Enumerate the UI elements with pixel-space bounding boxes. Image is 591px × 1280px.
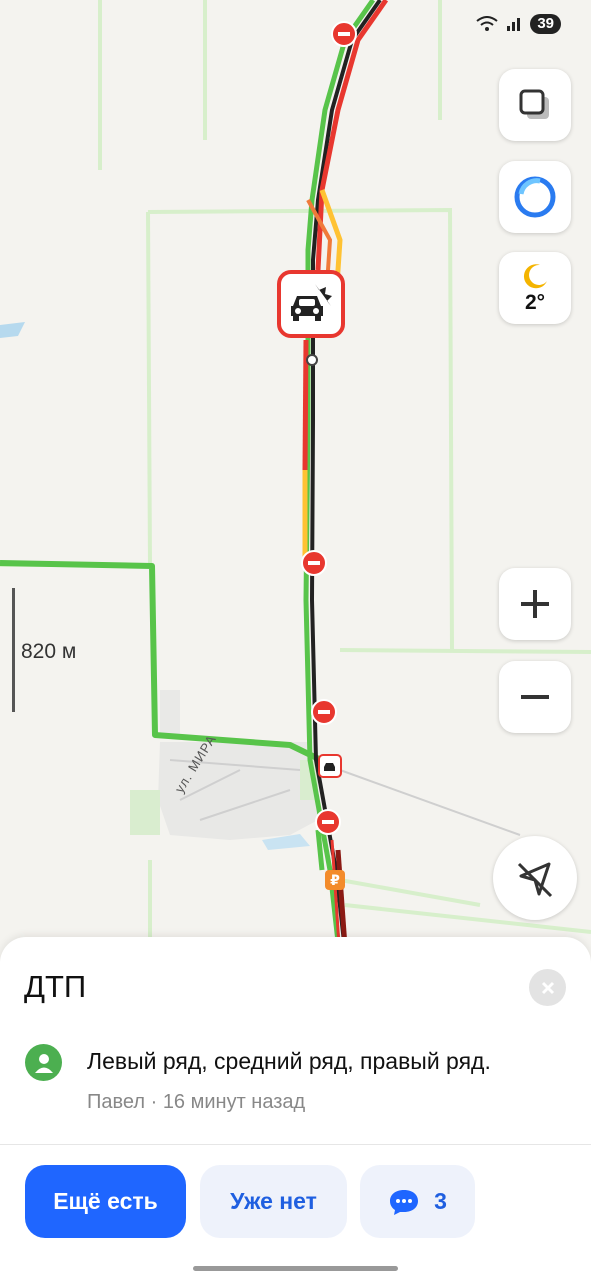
- time-ago: 16 минут назад: [162, 1091, 306, 1113]
- avatar: [25, 1044, 62, 1081]
- gone-button[interactable]: Уже нет: [200, 1165, 347, 1238]
- svg-text:₽: ₽: [330, 873, 340, 889]
- divider: [0, 1144, 591, 1145]
- alice-button[interactable]: [499, 161, 571, 233]
- follow-location-button[interactable]: [493, 836, 577, 920]
- plus-icon: [521, 590, 549, 618]
- scale-bar: [12, 588, 15, 712]
- layers-icon: [519, 89, 549, 119]
- zoom-out-button[interactable]: [499, 661, 571, 733]
- no-entry-icon[interactable]: [331, 21, 357, 47]
- car-crash-icon[interactable]: [277, 270, 345, 338]
- no-entry-icon[interactable]: [315, 809, 341, 835]
- close-button[interactable]: [529, 969, 566, 1006]
- user-icon: [34, 1053, 53, 1073]
- status-bar: 39: [476, 14, 561, 34]
- comments-count: 3: [434, 1188, 447, 1214]
- navigation-off-icon: [517, 862, 553, 898]
- map-canvas[interactable]: [0, 0, 591, 960]
- layers-button[interactable]: [499, 69, 571, 141]
- scale-label: 820 м: [21, 640, 77, 663]
- alice-icon: [514, 176, 556, 218]
- close-icon: [541, 981, 554, 994]
- incident-comment: Левый ряд, средний ряд, правый ряд.: [87, 1048, 491, 1074]
- incident-meta: Павел · 16 минут назад: [87, 1091, 305, 1114]
- wifi-icon: [476, 16, 498, 31]
- no-entry-icon[interactable]: [301, 550, 327, 576]
- signal-icon: [507, 18, 521, 31]
- author-name: Павел: [87, 1091, 146, 1113]
- chat-icon: [390, 1189, 419, 1215]
- comments-button[interactable]: 3: [360, 1165, 475, 1238]
- weather-temperature: 2°: [524, 291, 546, 314]
- zoom-in-button[interactable]: [499, 568, 571, 640]
- home-indicator[interactable]: [193, 1266, 398, 1271]
- car-crash-icon[interactable]: [318, 754, 342, 778]
- no-entry-icon[interactable]: [311, 699, 337, 725]
- battery-level: 39: [530, 14, 561, 34]
- meta-separator: ·: [145, 1091, 163, 1113]
- map-view[interactable]: ₽ ул. МИРА 820 м: [0, 0, 591, 960]
- incident-title: ДТП: [24, 969, 87, 1004]
- weather-widget[interactable]: 2°: [499, 252, 571, 324]
- still-there-button[interactable]: Ещё есть: [25, 1165, 186, 1238]
- ruble-icon[interactable]: ₽: [325, 870, 345, 890]
- moon-icon: [523, 264, 547, 289]
- incident-sheet: ДТП Левый ряд, средний ряд, правый ряд. …: [0, 937, 591, 1280]
- minus-icon: [521, 695, 549, 699]
